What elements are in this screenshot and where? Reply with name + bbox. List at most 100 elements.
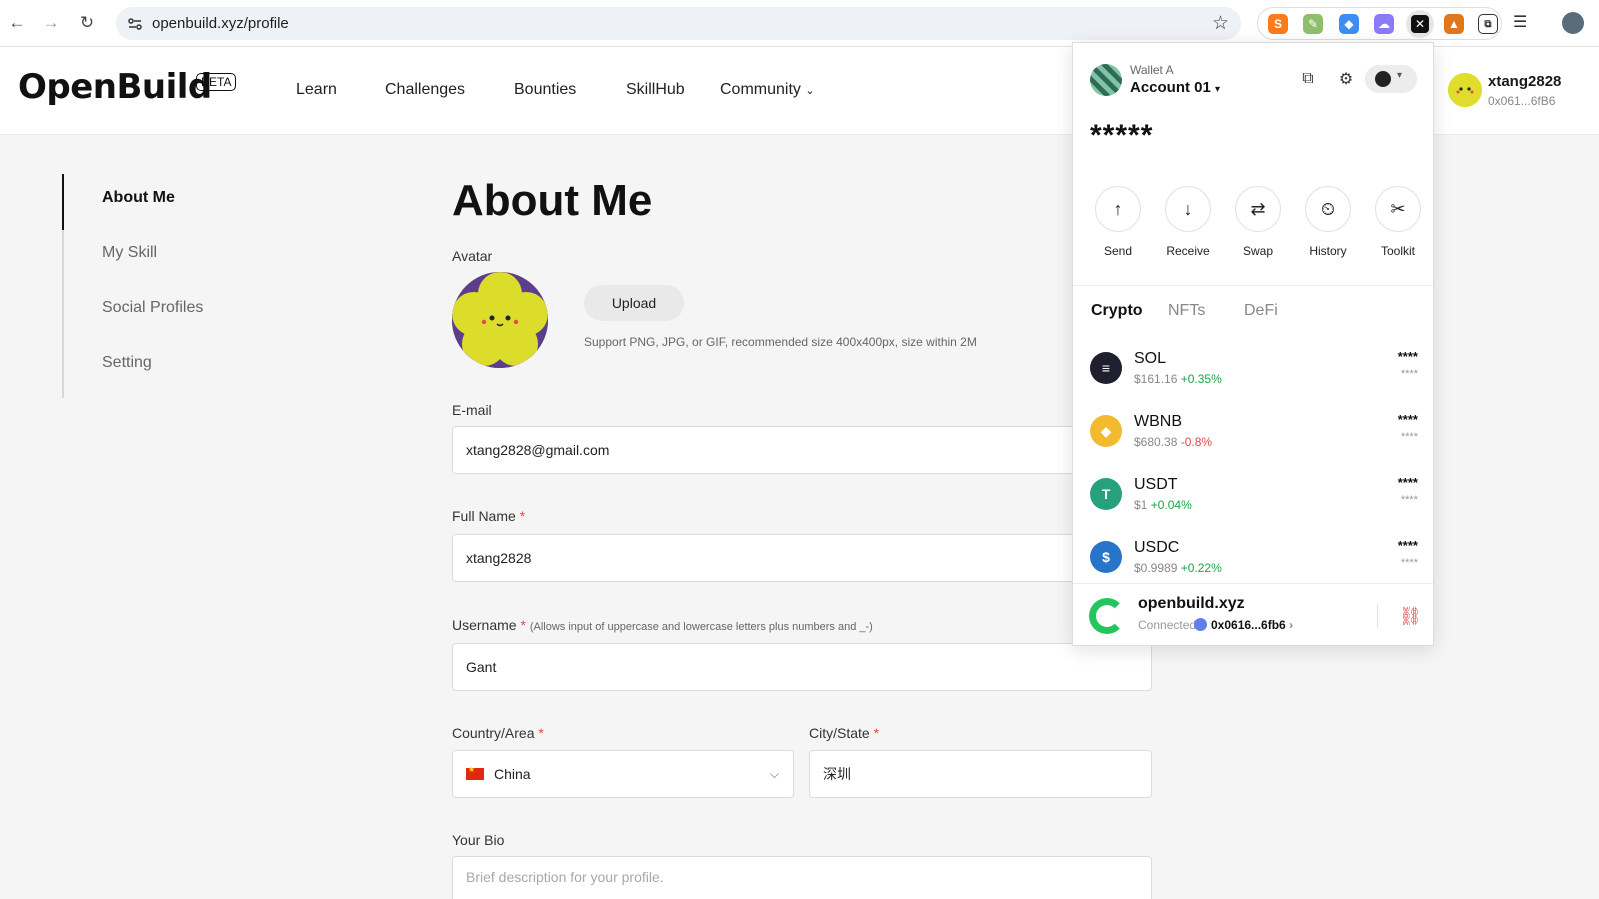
avatar[interactable]	[452, 272, 548, 368]
balance-hidden: *****	[1090, 119, 1154, 152]
extension-icon[interactable]: S	[1268, 14, 1288, 34]
token-value: ****	[1397, 412, 1418, 427]
wallet-name: Wallet A	[1130, 63, 1174, 77]
required-mark: *	[520, 617, 526, 633]
connection-status: Connected	[1138, 618, 1197, 632]
browser-toolbar: ← → ↻ openbuild.xyz/profile ☆ S ✎ ◆ ☁ ✕ …	[0, 0, 1599, 47]
token-row[interactable]: T USDT $1 +0.04% **** ****	[1073, 470, 1433, 530]
token-price-value: $680.38	[1134, 435, 1178, 449]
sidebar-item-setting[interactable]: Setting	[102, 354, 152, 372]
full-name-field[interactable]: xtang2828	[452, 534, 1152, 582]
sidebar-item-social-profiles[interactable]: Social Profiles	[102, 299, 203, 317]
username-hint: (Allows input of uppercase and lowercase…	[529, 621, 873, 633]
account-name: Account 01	[1130, 79, 1211, 96]
token-row[interactable]: ◆ WBNB $680.38 -0.8% **** ****	[1073, 407, 1433, 467]
logo[interactable]: OpenBuild	[18, 67, 212, 107]
city-label: City/State *	[809, 725, 879, 741]
gear-icon[interactable]: ⚙	[1334, 67, 1358, 91]
token-change: +0.35%	[1180, 372, 1222, 386]
nav-skillhub[interactable]: SkillHub	[626, 81, 685, 99]
nav-community[interactable]: Community ⌄	[720, 81, 815, 99]
nav-bounties[interactable]: Bounties	[514, 81, 576, 99]
city-field[interactable]: 深圳	[809, 750, 1152, 798]
account-avatar-icon	[1090, 64, 1122, 96]
ethereum-icon	[1194, 618, 1207, 631]
metamask-icon[interactable]: ▲	[1444, 14, 1464, 34]
address-bar[interactable]: openbuild.xyz/profile ☆	[116, 7, 1241, 40]
token-price-value: $0.9989	[1134, 561, 1178, 575]
history-label: History	[1309, 244, 1347, 258]
swap-icon: ⇄	[1235, 186, 1281, 232]
email-label: E-mail	[452, 402, 492, 418]
token-price-value: $1	[1134, 498, 1148, 512]
bio-textarea[interactable]: Brief description for your profile.	[452, 856, 1152, 899]
token-row[interactable]: ≡ SOL $161.16 +0.35% **** ****	[1073, 344, 1433, 404]
token-symbol: USDC	[1134, 539, 1180, 556]
swap-label: Swap	[1242, 244, 1274, 258]
country-select[interactable]: China ⌵	[452, 750, 794, 798]
puzzle-icon[interactable]: ⧉	[1478, 14, 1498, 34]
wallet-extension-icon[interactable]: ✕	[1406, 10, 1434, 38]
profile-sidebar: About Me My Skill Social Profiles Settin…	[62, 174, 302, 398]
bio-label: Your Bio	[452, 832, 505, 848]
sidebar-item-about-me[interactable]: About Me	[102, 189, 175, 207]
username-label-text: Username	[452, 617, 517, 633]
reload-icon[interactable]: ↻	[76, 12, 98, 34]
tab-defi[interactable]: DeFi	[1244, 302, 1278, 320]
url-text: openbuild.xyz/profile	[152, 15, 289, 32]
history-button[interactable]: ⏲ History	[1298, 186, 1358, 258]
toolkit-button[interactable]: ✂ Toolkit	[1368, 186, 1428, 258]
connected-address[interactable]: 0x0616...6fb6 ›	[1211, 618, 1293, 632]
upload-button[interactable]: Upload	[584, 285, 684, 321]
tab-crypto[interactable]: Crypto	[1091, 302, 1143, 320]
profile-avatar-icon[interactable]	[1562, 12, 1584, 34]
country-value: China	[494, 766, 531, 782]
nav-challenges[interactable]: Challenges	[385, 81, 465, 99]
active-indicator	[62, 174, 64, 230]
nav-learn[interactable]: Learn	[296, 81, 337, 99]
extension-icon[interactable]: ✎	[1303, 14, 1323, 34]
receive-label: Receive	[1166, 244, 1210, 258]
account-switcher[interactable]: Account 01 ▾	[1130, 79, 1220, 96]
swap-button[interactable]: ⇄ Swap	[1228, 186, 1288, 258]
sidebar-item-my-skill[interactable]: My Skill	[102, 244, 157, 262]
site-settings-icon[interactable]	[125, 14, 145, 34]
token-price: $680.38 -0.8%	[1134, 435, 1212, 449]
network-selector[interactable]: ▾	[1365, 65, 1417, 93]
star-icon[interactable]: ☆	[1212, 12, 1229, 35]
nav-community-label: Community	[720, 81, 801, 98]
tools-icon: ✂	[1375, 186, 1421, 232]
send-button[interactable]: ↑ Send	[1088, 186, 1148, 258]
email-field[interactable]: xtang2828@gmail.com	[452, 426, 1152, 474]
upload-hint: Support PNG, JPG, or GIF, recommended si…	[584, 335, 977, 349]
token-symbol: WBNB	[1134, 413, 1182, 430]
receive-button[interactable]: ↓ Receive	[1158, 186, 1218, 258]
china-flag-icon	[466, 765, 484, 780]
extension-icon[interactable]: ☁	[1374, 14, 1394, 34]
token-change: +0.04%	[1150, 498, 1192, 512]
username-field[interactable]: Gant	[452, 643, 1152, 691]
arrow-right-icon[interactable]: →	[40, 12, 62, 34]
token-symbol: SOL	[1134, 350, 1167, 367]
token-price: $0.9989 +0.22%	[1134, 561, 1222, 575]
media-icon[interactable]: ☰	[1513, 12, 1527, 32]
token-amount: ****	[1400, 431, 1418, 443]
token-price: $161.16 +0.35%	[1134, 372, 1222, 386]
copy-icon[interactable]: ⧉	[1296, 67, 1320, 91]
beta-badge: BETA	[196, 73, 237, 91]
token-price: $1 +0.04%	[1134, 498, 1192, 512]
token-change: -0.8%	[1180, 435, 1213, 449]
disconnect-icon[interactable]: ⛓	[1399, 606, 1422, 627]
divider	[1377, 604, 1378, 628]
extension-icon[interactable]: ◆	[1339, 14, 1359, 34]
arrow-up-icon: ↑	[1095, 186, 1141, 232]
full-name-label: Full Name *	[452, 508, 525, 524]
site-name: openbuild.xyz	[1138, 595, 1245, 612]
divider	[1073, 285, 1433, 286]
wallet-popup: Wallet A Account 01 ▾ ⧉ ⚙ ▾ ***** ↑ Send…	[1072, 42, 1434, 646]
arrow-left-icon[interactable]: ←	[6, 12, 28, 34]
bnb-icon: ◆	[1090, 415, 1122, 447]
tab-nfts[interactable]: NFTs	[1168, 302, 1205, 320]
history-icon: ⏲	[1305, 186, 1351, 232]
required-mark: *	[519, 508, 526, 524]
